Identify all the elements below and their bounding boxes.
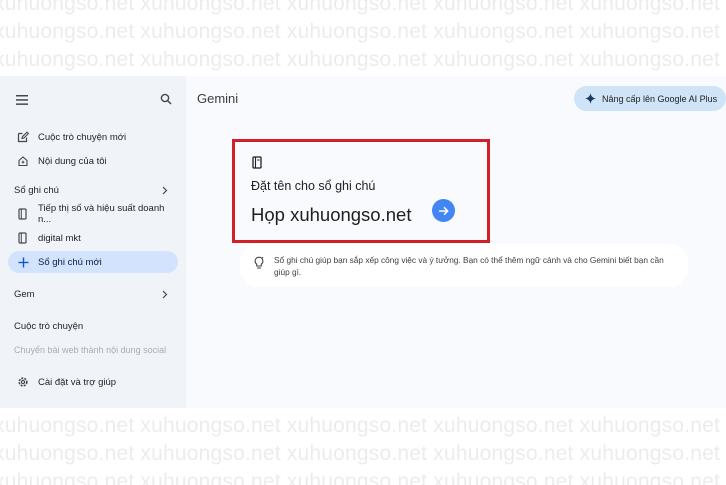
notebook-hint: Sổ ghi chú giúp bạn sắp xếp công việc và…: [240, 244, 688, 287]
new-chat-button[interactable]: Cuộc trò chuyện mới: [8, 126, 178, 148]
chevron-right-icon: [160, 288, 170, 300]
search-icon[interactable]: [158, 91, 174, 107]
notebook-icon: [16, 231, 30, 245]
new-notebook-label: Sổ ghi chú mới: [38, 256, 102, 268]
main-panel: Gemini Nâng cấp lên Google AI Plus Đặt t…: [186, 76, 726, 408]
hint-text: Sổ ghi chú giúp bạn sắp xếp công việc và…: [274, 255, 664, 277]
watermark-line: xuhuongso.net xuhuongso.net xuhuongso.ne…: [0, 414, 726, 437]
sparkle-icon: [584, 93, 596, 105]
arrow-right-icon: [438, 206, 449, 216]
notebook-name-card: Đặt tên cho sổ ghi chú Họp xuhuongso.net: [232, 139, 490, 243]
notebook-item[interactable]: digital mkt: [8, 227, 178, 249]
notebook-item[interactable]: Tiếp thị số và hiệu suất doanh n...: [8, 203, 178, 225]
chats-heading-label: Cuộc trò chuyện: [14, 320, 84, 332]
notebook-name-input[interactable]: Họp xuhuongso.net: [251, 204, 411, 226]
gear-icon: [16, 375, 30, 389]
notebook-label: Tiếp thị số và hiệu suất doanh n...: [38, 203, 165, 225]
gemini-app: Cuộc trò chuyện mới Nội dung của tôi Sổ …: [0, 76, 726, 408]
screenshot-page: xuhuongso.net xuhuongso.net xuhuongso.ne…: [0, 0, 726, 485]
notebook-label: digital mkt: [38, 232, 81, 244]
watermark-top: xuhuongso.net xuhuongso.net xuhuongso.ne…: [0, 0, 726, 76]
watermark-line: xuhuongso.net xuhuongso.net xuhuongso.ne…: [0, 20, 726, 43]
notebooks-heading: Sổ ghi chú: [14, 184, 59, 196]
sidebar: Cuộc trò chuyện mới Nội dung của tôi Sổ …: [0, 76, 186, 408]
gem-section-toggle[interactable]: Gem: [8, 283, 178, 305]
notebook-name-prompt: Đặt tên cho sổ ghi chú: [251, 179, 376, 193]
chats-heading: Cuộc trò chuyện: [8, 315, 178, 337]
my-content-label: Nội dung của tôi: [38, 155, 107, 167]
new-chat-label: Cuộc trò chuyện mới: [38, 131, 127, 143]
watermark-line: xuhuongso.net xuhuongso.net xuhuongso.ne…: [0, 470, 726, 485]
edit-icon: [16, 130, 30, 144]
app-title: Gemini: [197, 91, 239, 106]
sparkle-collection-icon: [16, 154, 30, 168]
recent-chat-label: Chuyển bài web thành nội dung social: [14, 345, 167, 355]
plus-icon: [16, 255, 30, 269]
watermark-line: xuhuongso.net xuhuongso.net xuhuongso.ne…: [0, 442, 726, 465]
new-notebook-button[interactable]: Sổ ghi chú mới: [8, 251, 178, 273]
watermark-line: xuhuongso.net xuhuongso.net xuhuongso.ne…: [0, 0, 726, 15]
watermark-line: xuhuongso.net xuhuongso.net xuhuongso.ne…: [0, 48, 726, 71]
gem-heading: Gem: [14, 288, 35, 300]
notebook-icon: [251, 155, 263, 169]
upgrade-button[interactable]: Nâng cấp lên Google AI Plus: [574, 86, 726, 111]
notebooks-section-toggle[interactable]: Sổ ghi chú: [8, 179, 178, 201]
upgrade-label: Nâng cấp lên Google AI Plus: [602, 93, 718, 104]
settings-label: Cài đặt và trợ giúp: [38, 376, 117, 388]
submit-name-button[interactable]: [432, 199, 455, 222]
menu-icon[interactable]: [14, 92, 30, 108]
my-content-button[interactable]: Nội dung của tôi: [8, 150, 178, 172]
settings-help-button[interactable]: Cài đặt và trợ giúp: [8, 371, 178, 393]
notebook-icon: [16, 207, 30, 221]
watermark-bottom: xuhuongso.net xuhuongso.net xuhuongso.ne…: [0, 408, 726, 485]
chevron-right-icon: [160, 184, 170, 196]
lightbulb-icon: [252, 256, 266, 270]
recent-chat-item[interactable]: Chuyển bài web thành nội dung social: [8, 339, 178, 361]
